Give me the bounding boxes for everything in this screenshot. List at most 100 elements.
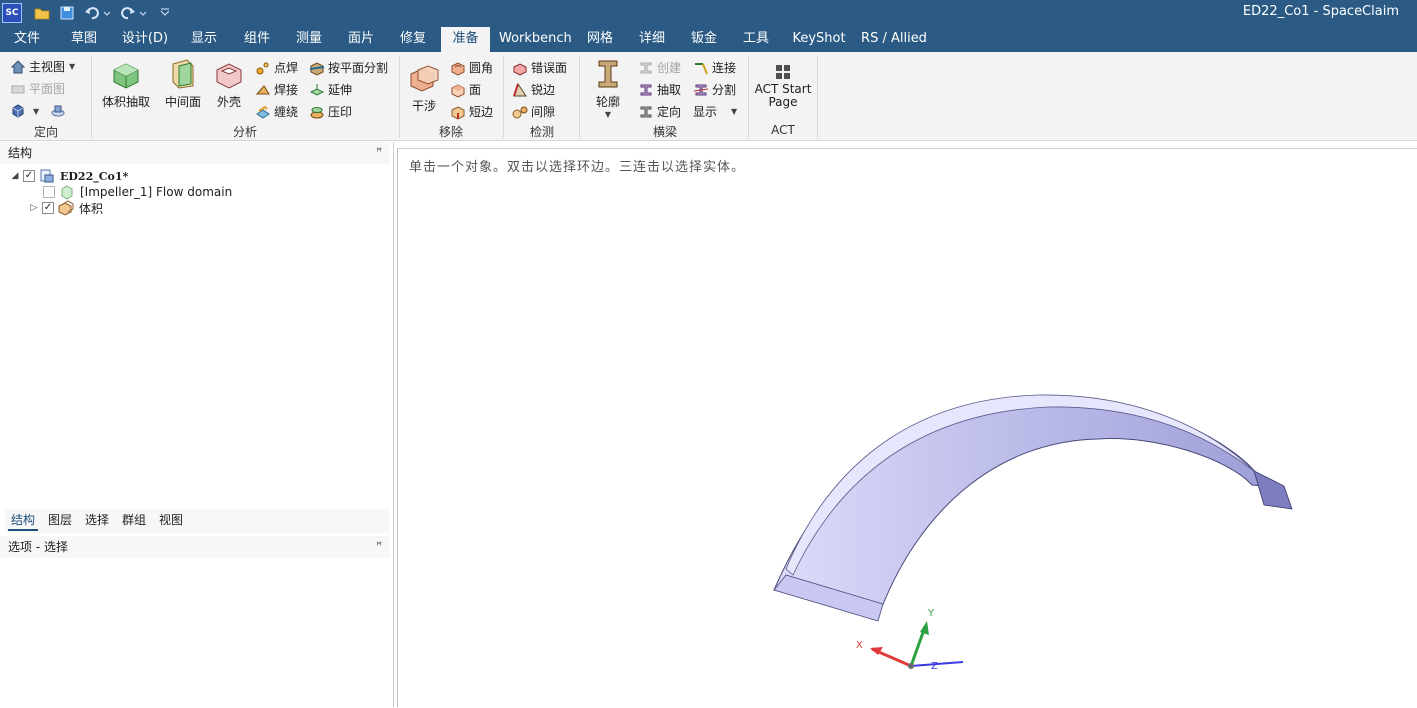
tab-sheet-metal[interactable]: 钣金 [681,27,727,52]
structure-panel-header: 结构 ꟸ [0,142,390,164]
tab-groups[interactable]: 群组 [119,509,149,531]
view-cube-button[interactable]: ▼ [10,103,39,119]
open-folder-icon[interactable] [33,2,51,24]
wrap-button[interactable]: 缠绕 [255,103,298,120]
gaps-icon [512,106,528,118]
tab-views[interactable]: 视图 [156,509,186,531]
connect-beam-label: 连接 [712,61,737,75]
extend-button[interactable]: 延伸 [309,81,352,98]
group-label-analysis: 分析 [232,125,257,139]
midsurface-label: 中间面 [164,95,201,109]
checkbox-icon[interactable]: ✓ [23,170,35,182]
tab-design[interactable]: 设计(D) [117,27,173,52]
orient-beam-button[interactable]: 定向 [638,103,681,120]
create-beam-button[interactable]: 创建 [638,59,681,76]
component-icon [40,169,54,183]
short-edges-button[interactable]: 短边 [450,103,493,120]
volume-extract-icon [113,63,139,89]
wrap-label: 缠绕 [274,105,299,119]
home-view-button[interactable]: 主视图 ▼ [10,58,75,75]
ribbon-separator [91,56,92,138]
spin-view-button[interactable] [50,103,69,119]
tree-volumes-label: 体积 [79,201,104,216]
gaps-button[interactable]: 间隙 [512,103,555,120]
customize-toolbar-icon[interactable] [158,2,172,24]
view-cube-icon [12,104,24,118]
interference-button[interactable]: 干涉 [405,62,443,114]
options-panel-title: 选项 - 选择 [8,540,68,554]
plane-view-icon [11,85,25,93]
tab-mesh[interactable]: 网格 [577,27,623,52]
midsurface-button[interactable]: 中间面 [161,58,205,110]
profile-button[interactable]: 轮廓 ▼ [589,58,627,119]
checkbox-icon[interactable]: ✓ [42,202,54,214]
pin-icon[interactable]: ꟸ [376,142,382,164]
split-beam-button[interactable]: 分割 [693,81,736,98]
faces-icon [451,83,465,98]
problem-faces-icon [513,62,527,76]
sharp-edges-label: 锐边 [531,83,556,97]
extract-beam-button[interactable]: 抽取 [638,81,681,98]
ribbon-separator [817,56,818,138]
tab-keyshot[interactable]: KeyShot [789,27,849,52]
tab-tools[interactable]: 工具 [733,27,779,52]
problem-faces-button[interactable]: 错误面 [512,59,567,76]
tree-row-flow-domain[interactable]: [Impeller_1] Flow domain [43,184,232,200]
tab-layers[interactable]: 图层 [45,509,75,531]
save-icon[interactable] [58,2,76,24]
group-label-remove: 移除 [438,125,463,139]
checkbox-icon[interactable] [43,186,55,198]
orient-beam-label: 定向 [657,105,682,119]
group-label-detect: 检测 [529,125,554,139]
tree-row-volumes[interactable]: ▷ ✓ 体积 [29,200,103,216]
tab-file[interactable]: 文件 [4,27,50,52]
imprint-icon [310,106,324,118]
volumes-icon [58,200,74,216]
tab-selection[interactable]: 选择 [82,509,112,531]
sharp-edges-button[interactable]: 锐边 [512,81,555,98]
expand-icon[interactable]: ▷ [29,203,39,213]
plane-view-button[interactable]: 平面图 [10,80,65,97]
undo-icon[interactable] [82,2,112,24]
tab-assembly[interactable]: 组件 [234,27,280,52]
connect-beam-button[interactable]: 连接 [693,59,736,76]
home-view-label: 主视图 [29,60,66,74]
act-start-page-label: ACT Start Page [754,82,812,109]
weld-button[interactable]: 焊接 [255,81,298,98]
tab-rs-allied[interactable]: RS / Allied [860,27,928,52]
tab-structure[interactable]: 结构 [8,509,39,531]
y-axis-label: Y [927,608,935,619]
redo-icon[interactable] [118,2,148,24]
faces-button[interactable]: 面 [450,81,481,98]
volume-extract-button[interactable]: 体积抽取 [99,58,153,110]
shell-button[interactable]: 外壳 [211,58,247,110]
act-start-page-button[interactable]: ACT Start Page [754,64,812,109]
tab-facets[interactable]: 面片 [338,27,384,52]
shell-icon [216,63,242,89]
structure-panel-title: 结构 [8,146,33,160]
model-canvas[interactable]: X Y Z [398,149,1417,708]
tab-detail[interactable]: 详细 [629,27,675,52]
impeller-blade-body[interactable] [773,394,1293,622]
tab-prepare[interactable]: 准备 [441,27,490,52]
imprint-button[interactable]: 压印 [309,103,352,120]
tab-sketch[interactable]: 草图 [60,27,108,52]
wrap-icon [256,105,270,119]
tree-root-label: ED22_Co1* [60,169,129,183]
spot-weld-button[interactable]: 点焊 [255,59,298,76]
rounds-button[interactable]: 圆角 [450,59,493,76]
pin-icon[interactable]: ꟸ [376,536,382,558]
display-beam-label: 显示 [693,105,718,119]
tab-display[interactable]: 显示 [182,27,226,52]
tab-measure[interactable]: 测量 [286,27,332,52]
display-beam-button[interactable]: 显示 ▼ [693,103,737,120]
connect-beam-icon [695,62,708,74]
group-label-beams: 横梁 [652,125,677,139]
tree-row-root[interactable]: ◢ ✓ ED22_Co1* [10,168,128,184]
collapse-icon[interactable]: ◢ [10,171,20,181]
interference-icon [410,65,439,92]
design-viewport[interactable]: 单击一个对象。双击以选择环边。三连击以选择实体。 X Y Z [397,148,1417,707]
tab-workbench[interactable]: Workbench [499,27,572,52]
tab-repair[interactable]: 修复 [390,27,436,52]
split-by-plane-button[interactable]: 按平面分割 [309,59,388,76]
